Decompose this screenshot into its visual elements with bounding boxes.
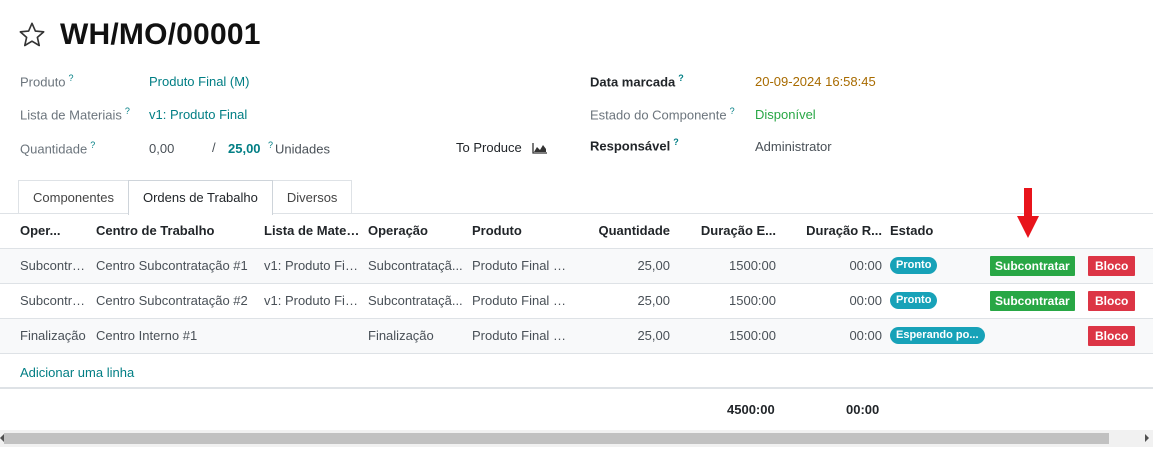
cell-centro[interactable]: Centro Subcontratação #1 xyxy=(92,248,260,284)
scrollbar-thumb[interactable] xyxy=(4,433,1109,444)
help-icon[interactable]: ? xyxy=(268,140,273,150)
cell-quantidade[interactable]: 25,00 xyxy=(572,318,674,354)
cell-duracao-esperada[interactable]: 1500:00 xyxy=(674,318,780,354)
data-marcada-label: Data marcada? xyxy=(590,73,684,90)
cell-operacao-short[interactable]: Finalização xyxy=(0,318,92,354)
col-quantidade[interactable]: Quantidade xyxy=(572,214,674,249)
to-produce-indicator[interactable]: To Produce xyxy=(456,140,548,155)
block-button[interactable]: Bloco xyxy=(1088,255,1136,276)
block-button[interactable]: Bloco xyxy=(1088,325,1136,346)
cell-produto[interactable]: Produto Final (... xyxy=(468,283,572,319)
tab-ordens-de-trabalho[interactable]: Ordens de Trabalho xyxy=(127,180,273,215)
cell-duracao-real[interactable]: 00:00 xyxy=(780,283,886,319)
cell-produto[interactable]: Produto Final (... xyxy=(468,248,572,284)
scroll-right-arrow-icon[interactable] xyxy=(1145,434,1149,442)
notebook-tabs: Componentes Ordens de Trabalho Diversos xyxy=(18,180,353,215)
cell-estado: Esperando po... xyxy=(886,318,990,354)
add-line-link[interactable]: Adicionar uma linha xyxy=(20,365,134,380)
cell-operacao-short[interactable]: Subcontra... xyxy=(0,283,92,319)
col-block xyxy=(1084,214,1153,249)
page-title: WH/MO/00001 xyxy=(60,18,261,51)
estado-componente-label: Estado do Componente? xyxy=(590,106,735,123)
help-icon[interactable]: ? xyxy=(730,106,735,116)
quantity-total-field[interactable]: 25,00 xyxy=(228,141,261,156)
cell-operacao[interactable]: Subcontrataçã... xyxy=(364,283,468,319)
horizontal-scrollbar[interactable] xyxy=(0,430,1153,447)
table-row[interactable]: Subcontra... Centro Subcontratação #2 v1… xyxy=(0,283,1153,319)
subcontratar-button[interactable]: Subcontratar xyxy=(990,290,1075,311)
col-estado[interactable]: Estado xyxy=(886,214,990,249)
cell-operacao-short[interactable]: Subcontra... xyxy=(0,248,92,284)
cell-action xyxy=(990,318,1084,354)
col-actions xyxy=(990,214,1084,249)
block-button[interactable]: Bloco xyxy=(1088,290,1136,311)
help-icon[interactable]: ? xyxy=(69,73,74,83)
cell-estado: Pronto xyxy=(886,248,990,284)
produto-label: Produto? xyxy=(20,73,74,90)
help-icon[interactable]: ? xyxy=(678,73,684,83)
cell-operacao[interactable]: Subcontrataçã... xyxy=(364,248,468,284)
cell-action: Subcontratar xyxy=(990,283,1084,319)
help-icon[interactable]: ? xyxy=(125,106,130,116)
col-operacao[interactable]: Operação xyxy=(364,214,468,249)
table-header-row: Oper... Centro de Trabalho Lista de Mate… xyxy=(0,214,1153,249)
cell-lista[interactable]: v1: Produto Final xyxy=(260,248,364,284)
uom-field[interactable]: ? Unidades xyxy=(268,140,330,156)
tab-diversos[interactable]: Diversos xyxy=(271,180,353,214)
cell-duracao-real[interactable]: 00:00 xyxy=(780,248,886,284)
subcontratar-button[interactable]: Subcontratar xyxy=(990,255,1075,276)
cell-duracao-real[interactable]: 00:00 xyxy=(780,318,886,354)
quantity-separator: / xyxy=(212,140,216,155)
col-lista-materiais[interactable]: Lista de Mater... xyxy=(260,214,364,249)
table-row[interactable]: Finalização Centro Interno #1 Finalizaçã… xyxy=(0,318,1153,354)
table-row[interactable]: Subcontra... Centro Subcontratação #1 v1… xyxy=(0,248,1153,284)
quantity-produced-field[interactable]: 0,00 xyxy=(149,141,174,156)
cell-centro[interactable]: Centro Interno #1 xyxy=(92,318,260,354)
tab-componentes[interactable]: Componentes xyxy=(18,180,129,214)
help-icon[interactable]: ? xyxy=(673,137,679,147)
col-centro-trabalho[interactable]: Centro de Trabalho xyxy=(92,214,260,249)
responsavel-label: Responsável? xyxy=(590,137,679,154)
cell-duracao-esperada[interactable]: 1500:00 xyxy=(674,283,780,319)
cell-block: Bloco xyxy=(1084,283,1153,319)
col-duracao-esperada[interactable]: Duração E... xyxy=(674,214,780,249)
table-footer-divider xyxy=(0,387,1153,389)
total-duracao-real: 00:00 xyxy=(846,402,880,417)
produto-field[interactable]: Produto Final (M) xyxy=(149,74,249,89)
cell-operacao[interactable]: Finalização xyxy=(364,318,468,354)
work-orders-table: Oper... Centro de Trabalho Lista de Mate… xyxy=(0,214,1153,354)
cell-action: Subcontratar xyxy=(990,248,1084,284)
cell-quantidade[interactable]: 25,00 xyxy=(572,248,674,284)
total-duracao-esperada: 4500:00 xyxy=(727,402,775,417)
area-chart-icon xyxy=(532,142,547,154)
lista-materiais-label: Lista de Materiais? xyxy=(20,106,130,123)
title-row: WH/MO/00001 xyxy=(18,18,261,52)
status-badge: Pronto xyxy=(890,257,938,275)
responsavel-field[interactable]: Administrator xyxy=(755,139,832,154)
data-marcada-field[interactable]: 20-09-2024 16:58:45 xyxy=(755,74,876,89)
status-badge: Esperando po... xyxy=(890,327,985,345)
col-operacao-short[interactable]: Oper... xyxy=(0,214,92,249)
col-produto[interactable]: Produto xyxy=(468,214,572,249)
to-produce-label: To Produce xyxy=(456,140,522,155)
lista-materiais-field[interactable]: v1: Produto Final xyxy=(149,107,247,122)
help-icon[interactable]: ? xyxy=(90,140,95,150)
cell-estado: Pronto xyxy=(886,283,990,319)
cell-lista[interactable] xyxy=(260,318,364,354)
estado-componente-value: Disponível xyxy=(755,107,816,122)
quantidade-label: Quantidade? xyxy=(20,140,96,157)
cell-duracao-esperada[interactable]: 1500:00 xyxy=(674,248,780,284)
cell-centro[interactable]: Centro Subcontratação #2 xyxy=(92,283,260,319)
cell-block: Bloco xyxy=(1084,318,1153,354)
cell-lista[interactable]: v1: Produto Final xyxy=(260,283,364,319)
cell-quantidade[interactable]: 25,00 xyxy=(572,283,674,319)
star-icon[interactable] xyxy=(18,21,46,49)
cell-block: Bloco xyxy=(1084,248,1153,284)
col-duracao-real[interactable]: Duração R... xyxy=(780,214,886,249)
status-badge: Pronto xyxy=(890,292,938,310)
cell-produto[interactable]: Produto Final (... xyxy=(468,318,572,354)
